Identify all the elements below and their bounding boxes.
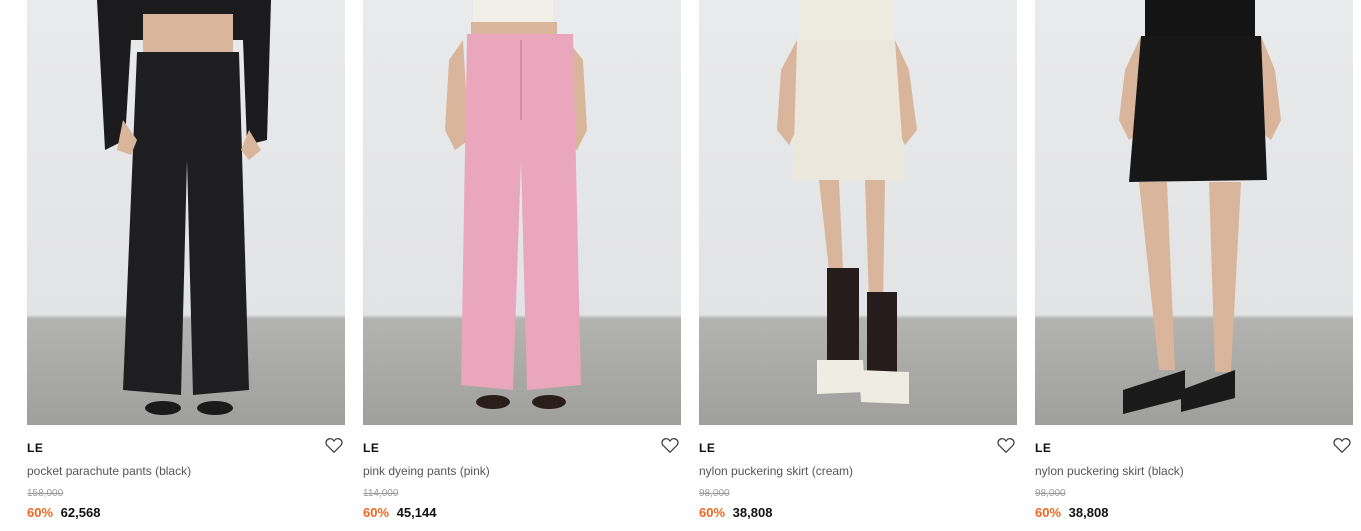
product-photo-illustration [1119,0,1281,414]
original-price: 98,000 [1035,488,1066,499]
brand-label[interactable]: LE [363,441,379,455]
brand-label[interactable]: LE [1035,441,1051,455]
product-photo-illustration [445,0,587,409]
sale-price: 38,808 [1068,505,1109,520]
heart-outline-icon[interactable] [1333,437,1351,454]
heart-outline-icon[interactable] [325,437,343,454]
product-photo[interactable] [1035,0,1353,425]
product-name[interactable]: nylon puckering skirt (cream) [699,464,853,478]
heart-outline-icon[interactable] [997,437,1015,454]
price-row: 60% 45,144 [363,505,436,520]
product-card[interactable]: LE nylon puckering skirt (black) 98,000 … [1035,0,1353,520]
product-photo-illustration [777,0,917,404]
brand-label[interactable]: LE [27,441,43,455]
original-price: 114,000 [363,488,399,499]
discount-rate: 60% [363,505,390,520]
heart-outline-icon[interactable] [661,437,679,454]
product-photo[interactable] [363,0,681,425]
sale-price: 62,568 [60,505,101,520]
price-row: 60% 38,808 [1035,505,1108,520]
product-card[interactable]: LE pocket parachute pants (black) 158,00… [27,0,345,520]
discount-rate: 60% [27,505,54,520]
discount-rate: 60% [699,505,726,520]
product-grid: LE pocket parachute pants (black) 158,00… [27,0,1353,520]
price-row: 60% 62,568 [27,505,100,520]
product-card[interactable]: LE pink dyeing pants (pink) 114,000 60% … [363,0,681,520]
product-name[interactable]: pink dyeing pants (pink) [363,464,490,478]
product-photo-illustration [97,0,271,415]
original-price: 158,000 [27,488,64,499]
sale-price: 45,144 [396,505,437,520]
price-row: 60% 38,808 [699,505,772,520]
product-name[interactable]: pocket parachute pants (black) [27,464,191,478]
product-name[interactable]: nylon puckering skirt (black) [1035,464,1184,478]
brand-label[interactable]: LE [699,441,715,455]
product-photo[interactable] [699,0,1017,425]
discount-rate: 60% [1035,505,1062,520]
original-price: 98,000 [699,488,730,499]
product-photo[interactable] [27,0,345,425]
sale-price: 38,808 [732,505,773,520]
product-card[interactable]: LE nylon puckering skirt (cream) 98,000 … [699,0,1017,520]
